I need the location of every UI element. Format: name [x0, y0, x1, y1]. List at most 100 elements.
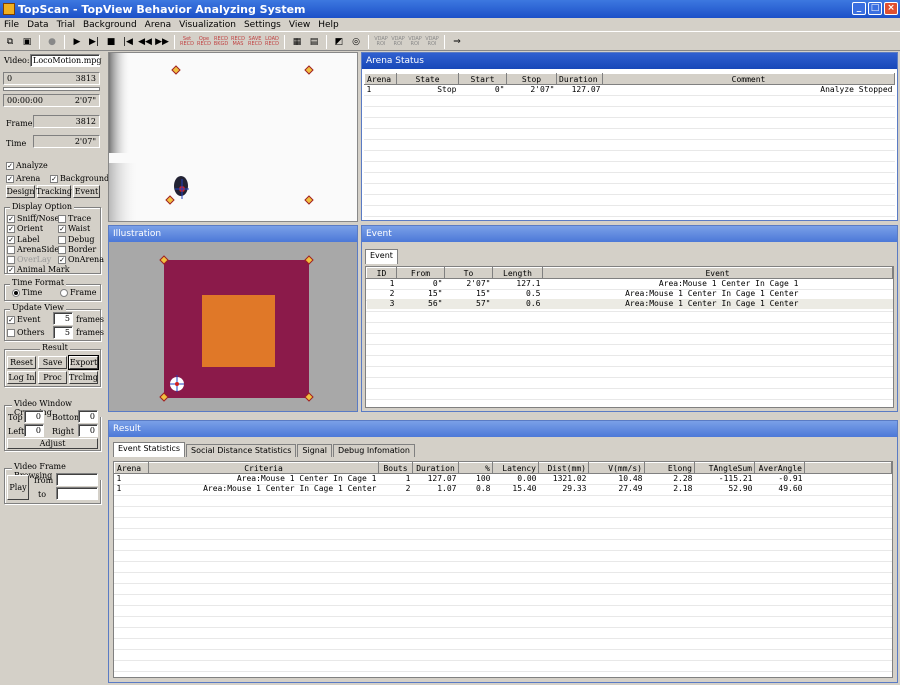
arena-corner-bl[interactable] — [165, 195, 175, 205]
fast-forward-icon[interactable]: ▶▶ — [155, 35, 169, 49]
play-button[interactable]: Play — [7, 475, 29, 500]
recd-bkgd-button[interactable]: RECD BKGD — [214, 35, 228, 49]
browse-to-input[interactable] — [56, 487, 98, 500]
sniff-nose-checkbox[interactable]: ✓ Sniff/Nose — [7, 214, 59, 223]
table-row[interactable]: 1 Area:Mouse 1 Center In Cage 1 1 127.07 100… — [115, 474, 892, 484]
overlay-checkbox[interactable]: OverLay — [7, 255, 51, 264]
target-icon[interactable]: ◎ — [349, 35, 363, 49]
update-event-checkbox[interactable]: ✓ Event — [7, 315, 40, 324]
arena-checkbox[interactable]: ✓ Arena — [6, 174, 40, 183]
event-button[interactable]: Event — [73, 185, 100, 198]
table-row[interactable]: 1 0" 2'07" 127.1 Area:Mouse 1 Center In Cage… — [367, 279, 893, 289]
table-row[interactable]: 1 Area:Mouse 1 Center In Cage 1 Center 2 1.… — [115, 484, 892, 494]
set-bkgd-button[interactable]: Set RECD — [180, 35, 194, 49]
tab-debug-infomation[interactable]: Debug Infomation — [332, 444, 415, 457]
play-icon[interactable]: ▶ — [70, 35, 84, 49]
image-icon[interactable]: ▤ — [307, 35, 321, 49]
toolbar: ⧉ ▣ ● ▶ ▶| ■ |◀ ◀◀ ▶▶ Set RECD Ope RECD RE… — [0, 33, 900, 51]
export-button[interactable]: Export — [68, 355, 99, 370]
menu-view[interactable]: View — [285, 20, 314, 30]
camera-icon[interactable]: ▣ — [20, 35, 34, 49]
open-bkgd-button[interactable]: Ope RECD — [197, 35, 211, 49]
arena-status-title: Arena Status — [362, 53, 897, 69]
time-format-frame-radio[interactable]: Frame — [60, 288, 96, 297]
frame-slider[interactable] — [3, 87, 100, 91]
table-row[interactable]: 1 Stop 0" 2'07" 127.07 Analyze Stopped — [365, 85, 895, 95]
picture-icon[interactable]: ◩ — [332, 35, 346, 49]
step-back-icon[interactable]: |◀ — [121, 35, 135, 49]
browse-from-input[interactable] — [56, 473, 98, 486]
close-button[interactable]: × — [884, 2, 898, 15]
rewind-icon[interactable]: ◀◀ — [138, 35, 152, 49]
menu-settings[interactable]: Settings — [240, 20, 285, 30]
update-others-frames-input[interactable]: 5 — [53, 326, 73, 339]
tab-social-distance-statistics[interactable]: Social Distance Statistics — [186, 444, 297, 457]
load-recd-button[interactable]: LOAD RECD — [265, 35, 279, 49]
recd-mas-button[interactable]: RECD MAS — [231, 35, 245, 49]
tab-event-statistics[interactable]: Event Statistics — [113, 442, 186, 457]
menu-background[interactable]: Background — [79, 20, 141, 30]
proc-button[interactable]: Proc — [38, 371, 67, 384]
video-file-field[interactable]: LocoMotion.mpg — [30, 54, 102, 67]
left-label: Left — [8, 427, 25, 436]
copy-icon[interactable]: ⧉ — [3, 35, 17, 49]
arena-corner-br[interactable] — [304, 195, 314, 205]
arena-corner-tl[interactable] — [171, 65, 181, 75]
update-others-checkbox[interactable]: Others — [7, 328, 45, 337]
debug-checkbox[interactable]: Debug — [58, 235, 95, 244]
border-checkbox[interactable]: Border — [58, 245, 96, 254]
reset-button[interactable]: Reset — [7, 356, 36, 369]
time-format-time-radio[interactable]: Time — [12, 288, 42, 297]
orient-checkbox[interactable]: ✓ Orient — [7, 224, 43, 233]
trace-checkbox[interactable]: Trace — [58, 214, 91, 223]
label-checkbox[interactable]: ✓ Label — [7, 235, 40, 244]
time-label: Time — [6, 139, 27, 148]
design-button[interactable]: Design — [6, 185, 35, 198]
step-forward-icon[interactable]: ▶| — [87, 35, 101, 49]
menu-file[interactable]: File — [0, 20, 23, 30]
vdap-roi3-button[interactable]: VDAP ROI — [408, 35, 422, 49]
export-icon[interactable]: ⇒ — [450, 35, 464, 49]
crop-right-input[interactable]: 0 — [78, 424, 98, 437]
video-view[interactable] — [108, 52, 358, 222]
event-pane: Event Event ID From To Length Event 1 0" 2'07"… — [361, 225, 898, 412]
menu-visualization[interactable]: Visualization — [175, 20, 240, 30]
display-option-title: Display Option — [10, 202, 75, 211]
tab-event[interactable]: Event — [365, 249, 398, 264]
crop-left-input[interactable]: 0 — [24, 424, 44, 437]
vdap-roi1-button[interactable]: VDAP ROI — [374, 35, 388, 49]
event-frames-label: frames — [76, 315, 104, 324]
onarena-checkbox[interactable]: ✓ OnArena — [58, 255, 104, 264]
crop-bottom-input[interactable]: 0 — [78, 410, 98, 423]
analyze-checkbox[interactable]: ✓ Analyze — [6, 161, 48, 170]
waist-checkbox[interactable]: ✓ Waist — [58, 224, 90, 233]
vdap-roi4-button[interactable]: VDAP ROI — [425, 35, 439, 49]
save-recd-button[interactable]: SAVE RECD — [248, 35, 262, 49]
table-row[interactable]: 3 56" 57" 0.6 Area:Mouse 1 Center In Cage 1 … — [366, 298, 893, 309]
trclmg-button[interactable]: Trclmg — [69, 371, 98, 384]
mouse-blob — [174, 176, 188, 196]
time-format-title: Time Format — [10, 278, 67, 287]
menu-data[interactable]: Data — [23, 20, 53, 30]
tracking-button[interactable]: Tracking — [36, 185, 72, 198]
adjust-button[interactable]: Adjust — [7, 438, 98, 449]
crop-top-input[interactable]: 0 — [24, 410, 44, 423]
stop-icon[interactable]: ■ — [104, 35, 118, 49]
tab-signal[interactable]: Signal — [297, 444, 332, 457]
minimize-button[interactable]: _ — [852, 2, 866, 15]
arena-corner-tr[interactable] — [304, 65, 314, 75]
background-checkbox[interactable]: ✓ Background — [50, 174, 109, 183]
table-row[interactable]: 2 15" 15" 0.5 Area:Mouse 1 Center In Cage 1 … — [367, 289, 893, 299]
vdap-roi2-button[interactable]: VDAP ROI — [391, 35, 405, 49]
menu-help[interactable]: Help — [314, 20, 343, 30]
login-button[interactable]: Log In — [7, 371, 36, 384]
maximize-button[interactable]: □ — [868, 2, 882, 15]
update-event-frames-input[interactable]: 5 — [53, 312, 73, 325]
animal-mark-checkbox[interactable]: ✓ Animal Mark — [7, 265, 70, 274]
save-button[interactable]: Save — [38, 356, 67, 369]
menu-arena[interactable]: Arena — [141, 20, 175, 30]
record-icon[interactable]: ● — [45, 35, 59, 49]
menu-trial[interactable]: Trial — [53, 20, 79, 30]
arenaside-checkbox[interactable]: ArenaSide — [7, 245, 59, 254]
film-icon[interactable]: ▦ — [290, 35, 304, 49]
